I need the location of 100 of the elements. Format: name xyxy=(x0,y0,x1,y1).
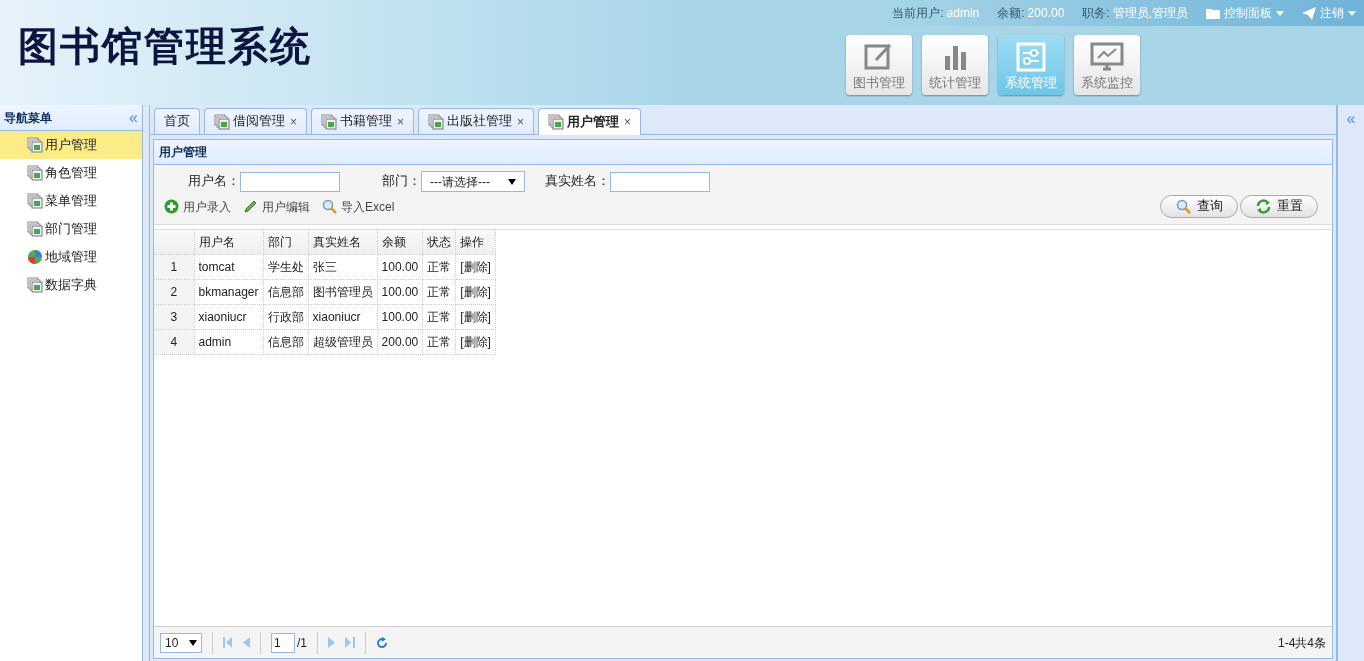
send-icon xyxy=(1302,6,1316,20)
table-cell: [删除] xyxy=(455,254,496,279)
close-icon[interactable]: × xyxy=(517,112,525,131)
info-label: 当前用户: xyxy=(892,5,944,22)
search-icon xyxy=(322,199,337,214)
edit-icon xyxy=(864,41,894,72)
close-icon[interactable]: × xyxy=(290,112,297,131)
field-label: 用户名： xyxy=(188,173,240,191)
page-size-select[interactable]: 10 xyxy=(160,632,202,653)
table-cell: 图书管理员 xyxy=(308,279,378,304)
table-cell: 正常 xyxy=(422,254,456,279)
page-icon xyxy=(214,113,230,130)
table-cell: tomcat xyxy=(194,254,264,279)
refresh-icon[interactable] xyxy=(376,636,388,649)
action-button[interactable]: 重置 xyxy=(1240,195,1318,218)
page-icon xyxy=(428,113,445,130)
page-icon xyxy=(27,165,43,181)
search-icon xyxy=(1175,199,1191,214)
table-cell: 张三 xyxy=(308,254,378,279)
sidebar-item[interactable]: 角色管理 xyxy=(0,159,142,187)
column-header[interactable]: 状态 xyxy=(422,230,456,254)
toolbar-button[interactable]: 用户编辑 xyxy=(243,197,310,216)
info-value: 管理员,管理员 xyxy=(1112,5,1188,22)
page-icon xyxy=(321,113,337,130)
module-button[interactable]: 系统监控 xyxy=(1074,35,1140,95)
globe-icon xyxy=(27,249,43,265)
table-cell: admin xyxy=(194,329,264,354)
previous-page-icon[interactable] xyxy=(243,637,250,648)
field-label: 真实姓名： xyxy=(545,173,610,191)
table-cell: 正常 xyxy=(422,329,456,354)
column-header[interactable]: 余额 xyxy=(377,230,423,254)
table-cell: [删除] xyxy=(455,279,496,304)
table-cell: 正常 xyxy=(422,304,456,329)
pencil-icon xyxy=(243,199,258,214)
page-icon xyxy=(27,221,43,237)
row-number: 1 xyxy=(154,254,194,279)
caret-icon xyxy=(189,639,197,646)
caret-icon xyxy=(1276,10,1284,16)
page-icon xyxy=(27,277,43,293)
folder-icon xyxy=(1206,7,1220,19)
input-field[interactable] xyxy=(610,171,710,192)
sidebar-item[interactable]: 部门管理 xyxy=(0,215,142,243)
tab[interactable]: 书籍管理 × xyxy=(311,108,415,134)
column-header[interactable]: 操作 xyxy=(455,230,496,254)
plus-icon xyxy=(164,199,179,214)
table-cell: 100.00 xyxy=(377,254,423,279)
page-input[interactable]: 1 xyxy=(271,632,295,653)
table-cell: 学生处 xyxy=(263,254,309,279)
row-number: 4 xyxy=(154,329,194,354)
sidebar-item[interactable]: 用户管理 xyxy=(0,131,142,159)
column-header[interactable]: 真实姓名 xyxy=(308,230,378,254)
table-cell: 正常 xyxy=(422,279,456,304)
table-cell: 行政部 xyxy=(263,304,309,329)
select-field[interactable]: ---请选择--- xyxy=(421,171,525,192)
module-button[interactable]: 统计管理 xyxy=(922,35,988,95)
table-cell: 超级管理员 xyxy=(308,329,378,354)
last-page-icon[interactable] xyxy=(345,637,355,648)
tab[interactable]: 用户管理 × xyxy=(538,108,642,135)
action-button[interactable]: 查询 xyxy=(1160,195,1238,218)
next-page-icon[interactable] xyxy=(328,637,335,648)
sidebar-item[interactable]: 菜单管理 xyxy=(0,187,142,215)
caret-icon xyxy=(1348,10,1356,16)
table-cell: [删除] xyxy=(455,329,496,354)
caret-icon xyxy=(508,178,516,185)
monitor-icon xyxy=(1090,41,1124,72)
close-icon[interactable]: × xyxy=(397,112,405,131)
table-cell: xiaoniucr xyxy=(194,304,264,329)
table-cell: 200.00 xyxy=(377,329,423,354)
info-value: admin xyxy=(946,5,980,22)
page-icon xyxy=(27,193,43,209)
toolbar-button[interactable]: 用户录入 xyxy=(164,197,231,216)
sidebar-item[interactable]: 地域管理 xyxy=(0,243,142,271)
input-field[interactable] xyxy=(240,171,340,192)
info-label: 职务: xyxy=(1082,5,1110,22)
logo-text: 图书馆管理系统 xyxy=(17,23,312,70)
close-icon[interactable]: × xyxy=(624,113,632,131)
tab[interactable]: 首页 xyxy=(154,108,200,134)
panel-title: 用户管理 xyxy=(159,144,207,161)
tab[interactable]: 出版社管理 × xyxy=(418,108,535,134)
info-value: 200.00 xyxy=(1027,5,1065,22)
column-header[interactable]: 用户名 xyxy=(194,230,264,254)
module-button[interactable]: 图书管理 xyxy=(846,35,912,95)
page-total: /1 xyxy=(297,634,307,652)
row-number: 3 xyxy=(154,304,194,329)
table-cell: 100.00 xyxy=(377,279,423,304)
toolbar-button[interactable]: 导入Excel xyxy=(322,197,395,216)
tab[interactable]: 借阅管理 × xyxy=(204,108,307,134)
table-cell: 信息部 xyxy=(263,329,309,354)
sliders-icon xyxy=(1016,41,1046,72)
row-number: 2 xyxy=(154,279,194,304)
table-cell: xiaoniucr xyxy=(308,304,378,329)
table-cell: [删除] xyxy=(455,304,496,329)
table-cell: 信息部 xyxy=(263,279,309,304)
column-header[interactable]: 部门 xyxy=(263,230,309,254)
page-icon xyxy=(548,114,565,130)
sidebar-item[interactable]: 数据字典 xyxy=(0,271,142,299)
table-cell: 100.00 xyxy=(377,304,423,329)
refresh-icon xyxy=(1255,199,1271,214)
table-cell: bkmanager xyxy=(194,279,264,304)
first-page-icon[interactable] xyxy=(223,637,233,648)
